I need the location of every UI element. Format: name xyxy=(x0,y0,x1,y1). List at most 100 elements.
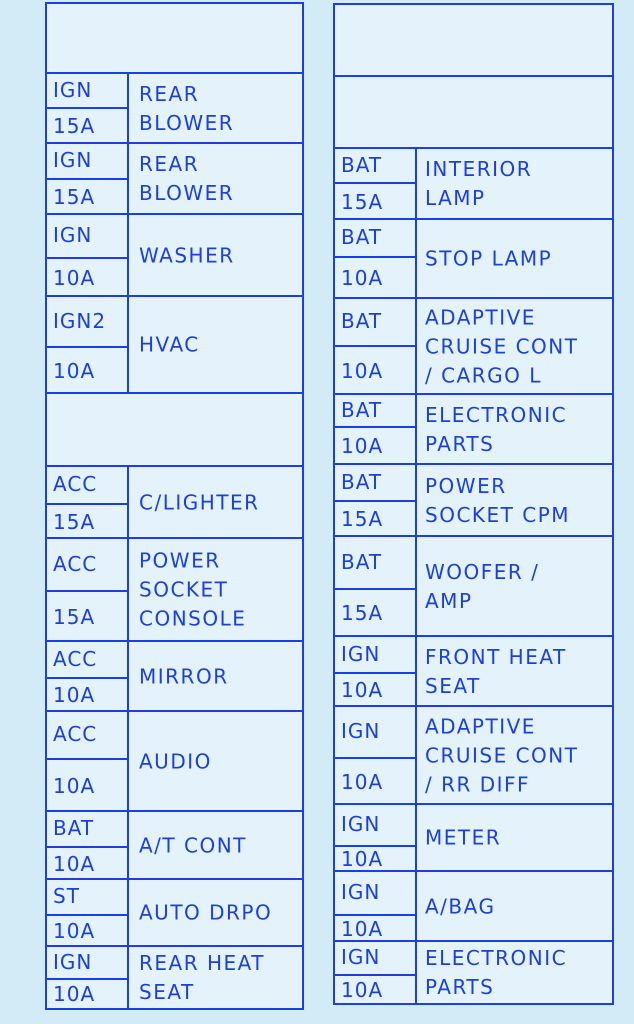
fuse-source: IGN2 xyxy=(53,308,107,333)
fuse-source: BAT xyxy=(341,469,383,494)
fuse-row: IGN 10A WASHER xyxy=(45,213,304,298)
circuit-label-line: CRUISE CONT xyxy=(425,743,579,767)
fuse-amperage: 10A xyxy=(341,977,384,1002)
fuse-amperage-cell: 10A xyxy=(47,348,129,393)
fuse-source-cell: BAT xyxy=(335,535,417,590)
fuse-circuit-label: A/BAG xyxy=(425,892,495,921)
fuse-amperage-cell: 10A xyxy=(335,759,417,804)
fuse-circuit-label: HVAC xyxy=(139,331,200,360)
fuse-source-cell: IGN xyxy=(47,945,129,980)
fuse-row: BAT 10A ADAPTIVE CRUISE CONT / CARGO L xyxy=(333,297,614,396)
fuse-source: IGN xyxy=(341,812,381,836)
fuse-source-cell: ACC xyxy=(47,710,129,760)
fuse-row: IGN 10A REAR HEAT SEAT xyxy=(45,945,304,1010)
fuse-amperage: 15A xyxy=(341,601,384,625)
circuit-label-line: AUTO DRPO xyxy=(139,900,273,925)
circuit-label-line: HVAC xyxy=(139,332,200,357)
circuit-label-line: REAR xyxy=(139,152,200,176)
fuse-row: IGN 10A FRONT HEAT SEAT xyxy=(333,635,614,708)
circuit-label-line: WASHER xyxy=(139,243,235,267)
fuse-row: ST 10A AUTO DRPO xyxy=(45,878,304,948)
circuit-label-line: INTERIOR xyxy=(425,157,533,181)
fuse-amperage-cell: 15A xyxy=(335,590,417,636)
fuse-amperage: 10A xyxy=(53,358,96,383)
fuse-source-cell: ST xyxy=(47,878,129,916)
fuse-row: IGN2 10A HVAC xyxy=(45,295,304,395)
fuse-source: ACC xyxy=(53,472,98,496)
circuit-label-line: REAR HEAT xyxy=(139,950,265,975)
fuse-amperage-cell: 10A xyxy=(335,976,417,1003)
fuse-source: IGN xyxy=(53,148,93,172)
fuse-circuit-label: POWER SOCKET CONSOLE xyxy=(139,547,246,634)
fuse-circuit-label: ADAPTIVE CRUISE CONT / RR DIFF xyxy=(425,712,578,799)
fuse-source-cell: IGN xyxy=(47,213,129,259)
fuse-row: BAT 10A A/T CONT xyxy=(45,810,304,881)
circuit-label-line: SOCKET CPM xyxy=(425,502,571,527)
fuse-circuit-label: WASHER xyxy=(139,241,235,270)
fuse-row: BAT 15A INTERIOR LAMP xyxy=(333,147,614,221)
fuse-circuit-label: INTERIOR LAMP xyxy=(425,155,532,213)
fuse-source: IGN xyxy=(341,945,381,969)
fuse-row: ACC 10A AUDIO xyxy=(45,710,304,813)
fuse-amperage-cell: 10A xyxy=(335,428,417,464)
fuse-row: BAT 15A WOOFER / AMP xyxy=(333,535,614,638)
fuse-source: ACC xyxy=(53,722,98,746)
fuse-source-cell: BAT xyxy=(335,297,417,347)
circuit-label-line: SEAT xyxy=(139,979,195,1004)
fuse-source-cell: ACC xyxy=(47,465,129,505)
circuit-label-line: A/BAG xyxy=(425,894,496,918)
fuse-circuit-label: REAR BLOWER xyxy=(139,150,234,208)
circuit-label-line: SEAT xyxy=(425,673,481,698)
fuse-amperage: 10A xyxy=(53,919,96,943)
circuit-label-line: AUDIO xyxy=(139,749,212,773)
fuse-source-cell: IGN xyxy=(47,142,129,180)
fuse-amperage-cell: 10A xyxy=(47,916,129,946)
circuit-label-line: CONSOLE xyxy=(139,606,247,631)
fuse-circuit-label: FRONT HEAT SEAT xyxy=(425,643,567,701)
fuse-amperage-cell: 10A xyxy=(335,347,417,394)
fuse-source: BAT xyxy=(53,816,95,840)
fuse-row: IGN 10A ELECTRONIC PARTS xyxy=(333,940,614,1005)
fuse-amperage: 15A xyxy=(341,507,384,531)
fuse-row: ACC 15A POWER SOCKET CONSOLE xyxy=(45,537,304,643)
fuse-row: IGN 10A ADAPTIVE CRUISE CONT / RR DIFF xyxy=(333,705,614,806)
fuse-circuit-label: AUTO DRPO xyxy=(139,899,272,928)
fuse-amperage: 10A xyxy=(341,847,384,871)
fuse-amperage: 10A xyxy=(341,434,384,458)
circuit-label-line: STOP LAMP xyxy=(425,246,553,271)
fuse-amperage-cell: 10A xyxy=(335,258,417,298)
fuse-source: IGN xyxy=(53,223,93,247)
fuse-amperage-cell: 15A xyxy=(47,109,129,143)
fuse-amperage: 10A xyxy=(53,773,96,798)
circuit-label-line: C/LIGHTER xyxy=(139,490,260,514)
fuse-row: BAT 10A STOP LAMP xyxy=(333,218,614,300)
blank-fuse-slot xyxy=(333,3,614,78)
circuit-label-line: MIRROR xyxy=(139,664,229,688)
fuse-amperage-cell: 15A xyxy=(47,505,129,538)
fuse-source-cell: IGN xyxy=(335,705,417,759)
fuse-row: IGN 10A A/BAG xyxy=(333,870,614,943)
fuse-circuit-label: REAR HEAT SEAT xyxy=(139,949,265,1007)
circuit-label-line: AMP xyxy=(425,588,473,613)
fuse-amperage-cell: 10A xyxy=(47,679,129,711)
fuse-source-cell: ACC xyxy=(47,640,129,679)
fuse-source-cell: ACC xyxy=(47,537,129,592)
fuse-source-cell: IGN xyxy=(335,870,417,916)
fuse-amperage: 15A xyxy=(53,114,96,138)
circuit-label-line: BLOWER xyxy=(139,110,235,135)
right-fuse-panel: BAT 15A INTERIOR LAMP BAT 10A STOP LAMP BAT 10A A… xyxy=(333,0,614,1024)
fuse-amperage: 10A xyxy=(341,266,384,290)
fuse-row: ACC 10A MIRROR xyxy=(45,640,304,713)
fuse-circuit-label: ADAPTIVE CRUISE CONT / CARGO L xyxy=(425,303,578,390)
fuse-amperage-cell: 15A xyxy=(335,184,417,219)
fuse-row: IGN 10A METER xyxy=(333,803,614,873)
fuse-circuit-label: AUDIO xyxy=(139,747,212,776)
circuit-label-line: FRONT HEAT xyxy=(425,644,567,669)
fuse-amperage: 15A xyxy=(341,189,384,214)
circuit-label-line: POWER xyxy=(425,473,507,498)
fuse-amperage-cell: 10A xyxy=(47,760,129,811)
fuse-amperage: 10A xyxy=(53,683,96,707)
fuse-circuit-label: ELECTRONIC PARTS xyxy=(425,944,567,1002)
circuit-label-line: BLOWER xyxy=(139,181,235,205)
fuse-amperage-cell: 10A xyxy=(335,916,417,941)
